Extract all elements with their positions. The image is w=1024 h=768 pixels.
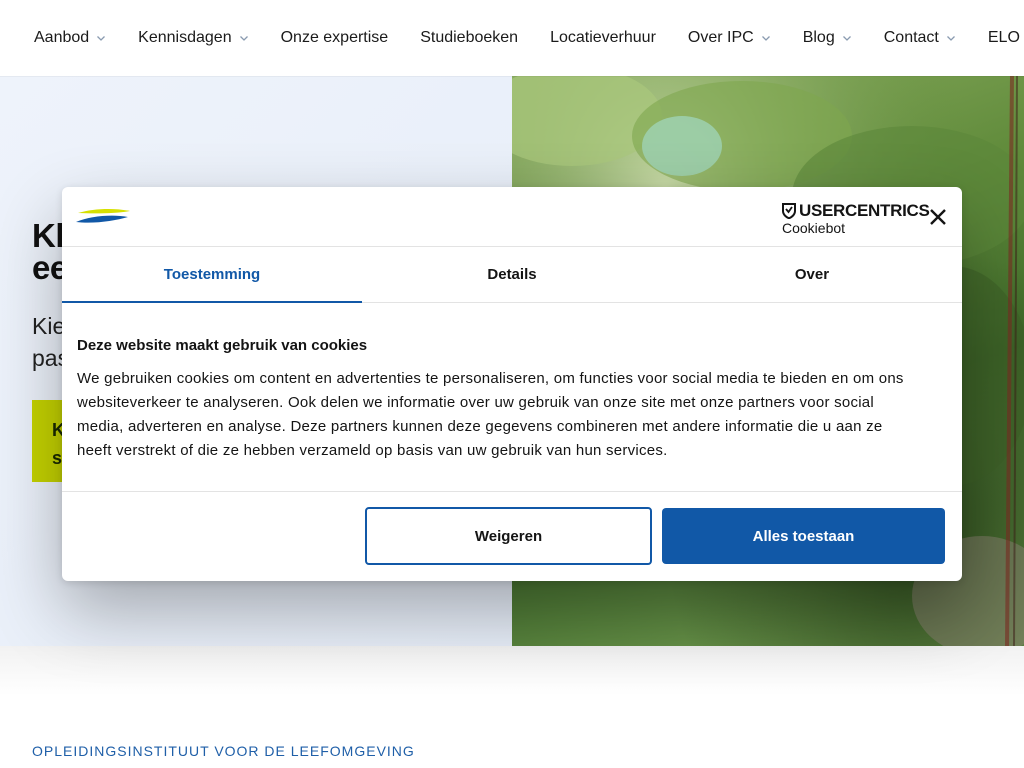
dialog-body: Deze website maakt gebruik van cookies W…	[62, 303, 962, 492]
nav-item-studieboeken[interactable]: Studieboeken	[420, 29, 518, 47]
dialog-text-line: heeft verstrekt of die ze hebben verzame…	[77, 442, 668, 459]
nav-item-label: Over IPC	[687, 29, 754, 46]
section-divider	[0, 646, 1024, 696]
chevron-down-icon	[96, 33, 106, 43]
main-navigation: Aanbod Kennisdagen Onze expertise Studie…	[0, 0, 1024, 76]
nav-item-label: Onze expertise	[280, 29, 389, 46]
chevron-down-icon	[761, 33, 771, 43]
dialog-footer: Weigeren Alles toestaan	[62, 492, 962, 580]
accept-all-button[interactable]: Alles toestaan	[662, 508, 945, 564]
nav-item-elo[interactable]: ELO	[988, 29, 1020, 47]
nav-item-label: Blog	[802, 29, 835, 46]
nav-item-blog[interactable]: Blog	[803, 29, 852, 47]
cookie-consent-dialog: USERCENTRICS Cookiebot Toestemming Detai…	[62, 187, 962, 581]
nav-item-label: Studieboeken	[420, 29, 519, 46]
site-logo	[76, 207, 132, 232]
dialog-tabs: Toestemming Details Over	[62, 247, 962, 303]
tab-details[interactable]: Details	[362, 247, 662, 302]
tab-toestemming[interactable]: Toestemming	[62, 247, 362, 303]
nav-item-over-ipc[interactable]: Over IPC	[688, 29, 771, 47]
dialog-header: USERCENTRICS Cookiebot	[62, 187, 962, 247]
nav-item-label: Aanbod	[34, 29, 90, 46]
nav-item-label: Kennisdagen	[138, 29, 232, 46]
chevron-down-icon	[946, 33, 956, 43]
dialog-text: We gebruiken cookies om content en adver…	[77, 367, 947, 463]
brand-top: USERCENTRICS	[799, 201, 930, 220]
decline-button[interactable]: Weigeren	[365, 507, 652, 565]
chevron-down-icon	[239, 33, 249, 43]
nav-item-label: ELO	[987, 29, 1020, 46]
shield-icon	[782, 203, 796, 220]
dialog-text-line: We gebruiken cookies om content en adver…	[77, 370, 904, 387]
close-icon[interactable]	[928, 207, 948, 227]
nav-item-kennisdagen[interactable]: Kennisdagen	[138, 29, 248, 47]
dialog-heading: Deze website maakt gebruik van cookies	[77, 337, 368, 354]
tab-over[interactable]: Over	[662, 247, 962, 302]
dialog-text-line: media, adverteren en analyse. Deze partn…	[77, 418, 883, 435]
nav-item-contact[interactable]: Contact	[884, 29, 956, 47]
nav-item-label: Contact	[883, 29, 939, 46]
nav-item-locatieverhuur[interactable]: Locatieverhuur	[550, 29, 656, 47]
section-kicker: OPLEIDINGSINSTITUUT VOOR DE LEEFOMGEVING	[32, 743, 415, 759]
nav-item-onze-expertise[interactable]: Onze expertise	[281, 29, 389, 47]
chevron-down-icon	[842, 33, 852, 43]
brand-bottom: Cookiebot	[782, 220, 846, 236]
dialog-text-line: websiteverkeer te analyseren. Ook delen …	[77, 394, 874, 411]
nav-item-aanbod[interactable]: Aanbod	[34, 29, 106, 47]
nav-item-label: Locatieverhuur	[550, 29, 656, 46]
cookiebot-logo: USERCENTRICS Cookiebot	[782, 201, 930, 236]
